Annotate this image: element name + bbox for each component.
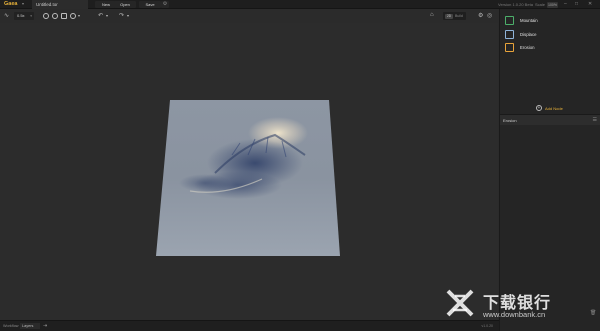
- node-erosion[interactable]: Erosion: [505, 43, 597, 54]
- watermark: 下载银行 www.downbank.cn: [445, 286, 595, 326]
- no-entry-icon[interactable]: [52, 12, 58, 19]
- node-label: Erosion: [520, 45, 535, 50]
- maximize-icon[interactable]: □: [575, 1, 578, 7]
- watermark-logo: [446, 289, 474, 317]
- title-bar: Gaea ▾ Untitled.tor New Open Save ⚙ Vers…: [0, 0, 600, 9]
- foothill-shadow: [179, 174, 231, 192]
- chevron-down-icon[interactable]: ▾: [106, 13, 108, 18]
- add-node-button[interactable]: + Add Node: [534, 103, 572, 113]
- camera-icon[interactable]: ⌂: [430, 12, 434, 18]
- chevron-down-icon[interactable]: ▾: [22, 1, 24, 6]
- chevron-down-icon: ▾: [30, 14, 32, 18]
- right-panel: Mountain Displace Erosion + Add Node Ero…: [499, 9, 600, 331]
- open-button[interactable]: Open: [114, 1, 136, 8]
- redo-icon[interactable]: ↷: [119, 12, 124, 19]
- node-mountain[interactable]: Mountain: [505, 16, 597, 27]
- status-bar: Workflow Layers ⇥ v1.0.20: [0, 320, 499, 331]
- properties-title: Erosion: [503, 117, 517, 123]
- brand-logo[interactable]: Gaea: [4, 1, 17, 7]
- zoom-value: 0.5x: [17, 13, 25, 18]
- toolbar: ∿ 0.5x ▾ ▾ ↶ ▾ ↷ ▾ ⌂ 2D Build ⚙ ◎: [0, 9, 498, 23]
- shading-icon[interactable]: [43, 12, 49, 19]
- image-icon[interactable]: [61, 12, 67, 19]
- chevron-down-icon[interactable]: ▾: [127, 13, 129, 18]
- node-displace[interactable]: Displace: [505, 30, 597, 41]
- zoom-select[interactable]: 0.5x ▾: [14, 12, 34, 20]
- graph-icon[interactable]: ∿: [4, 12, 9, 19]
- app-window: Gaea ▾ Untitled.tor New Open Save ⚙ Vers…: [0, 0, 600, 331]
- minimize-icon[interactable]: –: [564, 1, 567, 7]
- plus-icon: +: [536, 104, 542, 111]
- add-node-label: Add Node: [545, 105, 563, 111]
- workflow-label: Workflow: [3, 324, 19, 328]
- mountain-icon: [505, 16, 514, 25]
- target-icon[interactable]: ◎: [487, 12, 492, 19]
- export-icon[interactable]: ⇥: [43, 323, 47, 329]
- erosion-icon: [505, 43, 514, 52]
- chevron-down-icon[interactable]: ▾: [78, 13, 80, 18]
- view-mode-2d[interactable]: 2D: [445, 13, 453, 19]
- scale-value[interactable]: 100%: [547, 1, 558, 8]
- workflow-select[interactable]: Layers: [20, 323, 40, 329]
- 3d-viewport[interactable]: [0, 23, 498, 320]
- hamburger-menu-icon[interactable]: ☰: [593, 117, 597, 123]
- displace-icon: [505, 30, 514, 39]
- close-icon[interactable]: ✕: [588, 1, 592, 7]
- node-label: Mountain: [520, 18, 538, 23]
- properties-header: Erosion ☰: [500, 115, 600, 125]
- gear-icon[interactable]: ⚙: [161, 1, 169, 8]
- file-tab[interactable]: Untitled.tor: [32, 0, 88, 9]
- save-button[interactable]: Save: [139, 1, 161, 8]
- view-mode-build[interactable]: Build: [455, 12, 463, 20]
- watermark-url: www.downbank.cn: [483, 310, 546, 319]
- terrain-preview[interactable]: [0, 23, 498, 320]
- view-mode-toggle[interactable]: 2D Build: [443, 12, 466, 20]
- gear-icon[interactable]: ⚙: [478, 12, 483, 19]
- version-label: Version 1.0.20 Beta: [498, 2, 533, 7]
- undo-icon[interactable]: ↶: [98, 12, 103, 19]
- sphere-icon[interactable]: [70, 12, 76, 19]
- scale-label: Scale: [535, 2, 546, 7]
- node-label: Displace: [520, 32, 537, 37]
